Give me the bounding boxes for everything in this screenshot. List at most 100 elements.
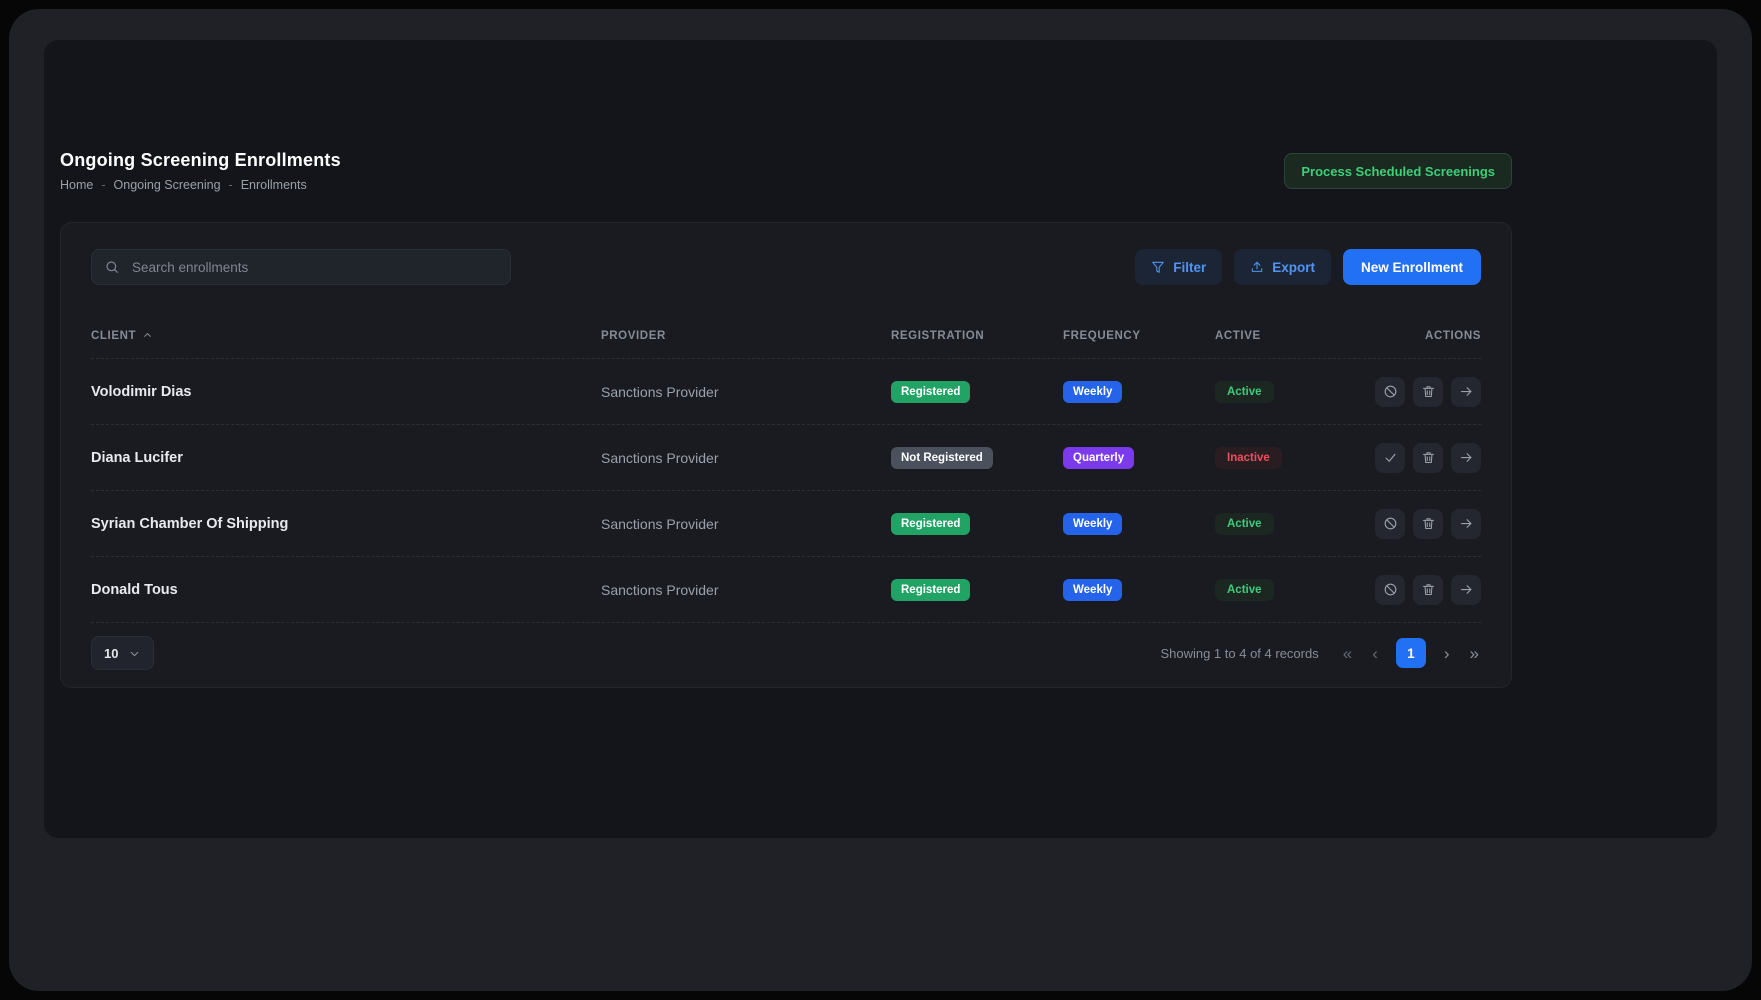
client-name: Volodimir Dias bbox=[91, 384, 601, 400]
export-button[interactable]: Export bbox=[1234, 249, 1331, 285]
breadcrumb: Home - Ongoing Screening - Enrollments bbox=[60, 178, 341, 192]
footer-right: Showing 1 to 4 of 4 records « ‹ 1 › » bbox=[1160, 638, 1481, 668]
trash-icon bbox=[1421, 450, 1436, 465]
delete-button[interactable] bbox=[1413, 509, 1443, 539]
client-name: Syrian Chamber Of Shipping bbox=[91, 516, 601, 532]
page-size-value: 10 bbox=[104, 646, 118, 661]
column-header-client-label: CLIENT bbox=[91, 330, 136, 342]
breadcrumb-enrollments: Enrollments bbox=[241, 178, 307, 192]
registration-badge: Not Registered bbox=[891, 447, 993, 469]
activate-button[interactable] bbox=[1375, 443, 1405, 473]
deactivate-button[interactable] bbox=[1375, 377, 1405, 407]
frequency-cell: Weekly bbox=[1063, 513, 1215, 535]
actions-cell bbox=[1350, 509, 1481, 539]
app-window: Ongoing Screening Enrollments Home - Ong… bbox=[9, 9, 1752, 991]
view-button[interactable] bbox=[1451, 575, 1481, 605]
active-cell: Inactive bbox=[1215, 447, 1350, 469]
frequency-badge: Weekly bbox=[1063, 381, 1122, 403]
column-header-actions: ACTIONS bbox=[1350, 330, 1481, 342]
trash-icon bbox=[1421, 516, 1436, 531]
next-page-button[interactable]: › bbox=[1442, 643, 1452, 664]
view-button[interactable] bbox=[1451, 377, 1481, 407]
search-wrap bbox=[91, 249, 511, 285]
deactivate-button[interactable] bbox=[1375, 509, 1405, 539]
deactivate-button[interactable] bbox=[1375, 575, 1405, 605]
arrow-right-icon bbox=[1459, 384, 1474, 399]
breadcrumb-separator: - bbox=[229, 178, 233, 192]
page-size-select[interactable]: 10 bbox=[91, 636, 154, 670]
filter-button-label: Filter bbox=[1173, 260, 1206, 275]
ban-icon bbox=[1383, 582, 1398, 597]
trash-icon bbox=[1421, 384, 1436, 399]
registration-cell: Not Registered bbox=[891, 447, 1063, 469]
client-name: Diana Lucifer bbox=[91, 450, 601, 466]
export-button-label: Export bbox=[1272, 260, 1315, 275]
active-cell: Active bbox=[1215, 579, 1350, 601]
view-button[interactable] bbox=[1451, 509, 1481, 539]
check-icon bbox=[1383, 450, 1398, 465]
actions-cell bbox=[1350, 443, 1481, 473]
sort-asc-icon bbox=[142, 330, 153, 341]
column-header-provider: PROVIDER bbox=[601, 330, 891, 342]
actions-cell bbox=[1350, 575, 1481, 605]
delete-button[interactable] bbox=[1413, 575, 1443, 605]
trash-icon bbox=[1421, 582, 1436, 597]
table-header-row: CLIENT PROVIDER REGISTRATION FREQUENCY A… bbox=[91, 313, 1481, 359]
column-header-active: ACTIVE bbox=[1215, 330, 1350, 342]
registration-cell: Registered bbox=[891, 381, 1063, 403]
frequency-cell: Quarterly bbox=[1063, 447, 1215, 469]
title-block: Ongoing Screening Enrollments Home - Ong… bbox=[60, 150, 341, 192]
frequency-badge: Weekly bbox=[1063, 579, 1122, 601]
search-input[interactable] bbox=[91, 249, 511, 285]
card-footer: 10 Showing 1 to 4 of 4 records « ‹ 1 › » bbox=[91, 635, 1481, 671]
records-summary: Showing 1 to 4 of 4 records bbox=[1160, 646, 1318, 661]
ban-icon bbox=[1383, 384, 1398, 399]
current-page-button[interactable]: 1 bbox=[1396, 638, 1426, 668]
frequency-cell: Weekly bbox=[1063, 381, 1215, 403]
filter-button[interactable]: Filter bbox=[1135, 249, 1222, 285]
provider-name: Sanctions Provider bbox=[601, 450, 891, 466]
table-row: Volodimir Dias Sanctions Provider Regist… bbox=[91, 359, 1481, 425]
breadcrumb-ongoing-screening[interactable]: Ongoing Screening bbox=[114, 178, 221, 192]
frequency-badge: Weekly bbox=[1063, 513, 1122, 535]
actions-cell bbox=[1350, 377, 1481, 407]
previous-page-button[interactable]: ‹ bbox=[1370, 643, 1380, 664]
column-header-client[interactable]: CLIENT bbox=[91, 330, 601, 342]
registration-cell: Registered bbox=[891, 579, 1063, 601]
delete-button[interactable] bbox=[1413, 443, 1443, 473]
card-toolbar: Filter Export New Enrollment bbox=[91, 249, 1481, 285]
registration-badge: Registered bbox=[891, 513, 970, 535]
main-panel: Ongoing Screening Enrollments Home - Ong… bbox=[44, 40, 1717, 838]
frequency-cell: Weekly bbox=[1063, 579, 1215, 601]
delete-button[interactable] bbox=[1413, 377, 1443, 407]
table-row: Donald Tous Sanctions Provider Registere… bbox=[91, 557, 1481, 623]
funnel-icon bbox=[1151, 260, 1165, 274]
last-page-button[interactable]: » bbox=[1468, 643, 1481, 664]
arrow-right-icon bbox=[1459, 516, 1474, 531]
view-button[interactable] bbox=[1451, 443, 1481, 473]
status-pill: Active bbox=[1215, 579, 1274, 601]
registration-badge: Registered bbox=[891, 579, 970, 601]
breadcrumb-home[interactable]: Home bbox=[60, 178, 93, 192]
table-row: Syrian Chamber Of Shipping Sanctions Pro… bbox=[91, 491, 1481, 557]
page-content: Ongoing Screening Enrollments Home - Ong… bbox=[60, 40, 1512, 688]
column-header-frequency: FREQUENCY bbox=[1063, 330, 1215, 342]
first-page-button[interactable]: « bbox=[1341, 643, 1354, 664]
active-cell: Active bbox=[1215, 381, 1350, 403]
status-pill: Active bbox=[1215, 513, 1274, 535]
ban-icon bbox=[1383, 516, 1398, 531]
toolbar-actions: Filter Export New Enrollment bbox=[1135, 249, 1481, 285]
new-enrollment-button[interactable]: New Enrollment bbox=[1343, 249, 1481, 285]
registration-cell: Registered bbox=[891, 513, 1063, 535]
breadcrumb-separator: - bbox=[101, 178, 105, 192]
provider-name: Sanctions Provider bbox=[601, 384, 891, 400]
active-cell: Active bbox=[1215, 513, 1350, 535]
status-pill: Inactive bbox=[1215, 447, 1282, 469]
enrollments-card: Filter Export New Enrollment bbox=[60, 222, 1512, 688]
chevron-down-icon bbox=[128, 647, 141, 660]
arrow-right-icon bbox=[1459, 582, 1474, 597]
arrow-right-icon bbox=[1459, 450, 1474, 465]
provider-name: Sanctions Provider bbox=[601, 516, 891, 532]
process-scheduled-screenings-button[interactable]: Process Scheduled Screenings bbox=[1284, 153, 1512, 189]
upload-icon bbox=[1250, 260, 1264, 274]
